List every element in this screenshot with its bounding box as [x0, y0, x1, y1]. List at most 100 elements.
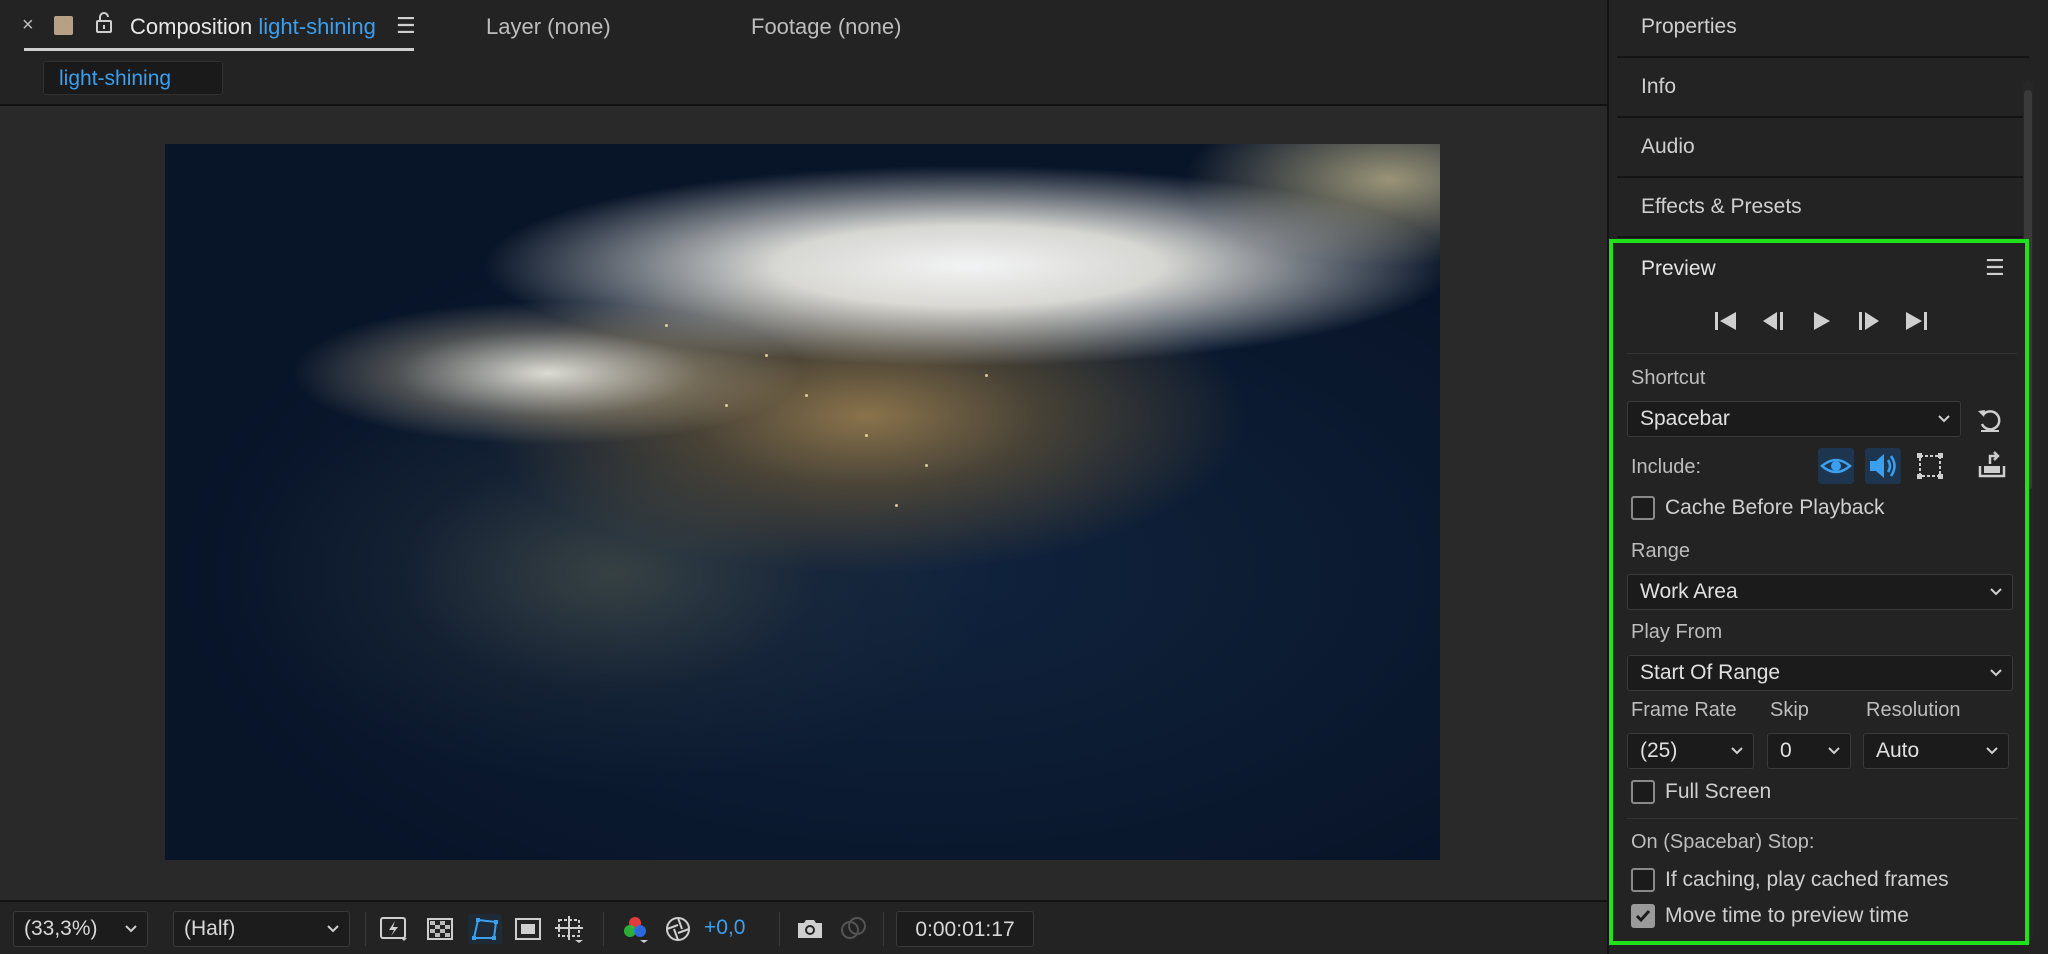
- divider: [1627, 818, 2017, 819]
- particle: [895, 504, 898, 507]
- chevron-down-icon: [125, 925, 137, 933]
- panel-audio-label: Audio: [1641, 135, 1695, 158]
- shortcut-dropdown[interactable]: Spacebar: [1627, 401, 1961, 437]
- snapshot-icon[interactable]: [795, 914, 825, 944]
- separator: [365, 912, 366, 946]
- viewer-toolbar: (33,3%) (Half) +0,0 0:00:01:17: [0, 900, 1607, 954]
- range-label: Range: [1631, 540, 1690, 562]
- full-screen-checkbox[interactable]: [1631, 780, 1655, 804]
- lock-icon[interactable]: [94, 12, 114, 34]
- skip-dropdown[interactable]: 0: [1767, 733, 1851, 769]
- fast-previews-icon[interactable]: [379, 914, 409, 944]
- close-tab-icon[interactable]: ×: [22, 14, 34, 37]
- play-from-dropdown[interactable]: Start Of Range: [1627, 655, 2013, 691]
- resolution-dropdown[interactable]: (Half): [173, 911, 350, 947]
- range-dropdown[interactable]: Work Area: [1627, 574, 2013, 610]
- tab-composition[interactable]: Composition light-shining: [130, 14, 376, 40]
- panel-effects-presets-label: Effects & Presets: [1641, 195, 1802, 218]
- particle: [725, 404, 728, 407]
- shortcut-value: Spacebar: [1640, 407, 1730, 430]
- panel-effects-presets[interactable]: Effects & Presets: [1617, 180, 2029, 238]
- timecode-display[interactable]: 0:00:01:17: [896, 911, 1034, 947]
- panel-info-label: Info: [1641, 75, 1677, 98]
- magnification-value: (33,3%): [24, 917, 98, 940]
- label-color-swatch[interactable]: [54, 16, 73, 35]
- cache-before-playback-label: Cache Before Playback: [1665, 496, 1885, 519]
- tab-composition-prefix: Composition: [130, 14, 253, 39]
- frame-rate-label: Frame Rate: [1631, 699, 1737, 721]
- first-frame-icon[interactable]: [1710, 308, 1742, 334]
- panel-properties-label: Properties: [1641, 15, 1737, 38]
- preview-title: Preview: [1641, 257, 1716, 280]
- reset-exposure-icon[interactable]: [663, 914, 693, 944]
- show-snapshot-icon[interactable]: [838, 914, 868, 944]
- chevron-down-icon: [1828, 747, 1840, 755]
- hamburger-icon[interactable]: ☰: [1985, 255, 2005, 281]
- export-icon[interactable]: [1976, 450, 2008, 482]
- tab-layer[interactable]: Layer (none): [486, 14, 611, 40]
- separator: [779, 912, 780, 946]
- transparency-grid-icon[interactable]: [425, 914, 455, 944]
- chevron-down-icon: [327, 925, 339, 933]
- move-time-label: Move time to preview time: [1665, 904, 1909, 927]
- skip-label: Skip: [1770, 699, 1809, 721]
- chevron-down-icon: [1990, 588, 2002, 596]
- if-caching-label: If caching, play cached frames: [1665, 868, 1949, 891]
- separator: [883, 912, 884, 946]
- frame-rate-dropdown[interactable]: (25): [1627, 733, 1754, 769]
- range-value: Work Area: [1640, 580, 1738, 603]
- composition-navigator-chip[interactable]: light-shining: [43, 61, 223, 95]
- particle: [805, 394, 808, 397]
- composition-frame-image[interactable]: [165, 144, 1440, 860]
- preview-resolution-value: Auto: [1876, 739, 1920, 762]
- guides-icon[interactable]: [555, 914, 585, 944]
- previous-frame-icon[interactable]: [1757, 308, 1789, 334]
- active-tab-underline: [24, 48, 414, 51]
- separator: [603, 912, 604, 946]
- move-time-checkbox[interactable]: [1631, 904, 1655, 928]
- cache-before-playback-checkbox[interactable]: [1631, 496, 1655, 520]
- play-from-value: Start Of Range: [1640, 661, 1781, 684]
- composition-viewer[interactable]: [0, 106, 1607, 900]
- divider: [1627, 353, 2017, 354]
- next-frame-icon[interactable]: [1853, 308, 1885, 334]
- reset-shortcut-icon[interactable]: [1975, 405, 2005, 435]
- audio-speaker-icon[interactable]: [1865, 448, 1901, 484]
- panel-info[interactable]: Info: [1617, 60, 2029, 118]
- tab-footage[interactable]: Footage (none): [751, 14, 901, 40]
- checkmark-icon: [1635, 910, 1651, 923]
- skip-value: 0: [1780, 739, 1792, 762]
- chevron-down-icon: [1990, 669, 2002, 677]
- full-screen-label: Full Screen: [1665, 780, 1772, 803]
- chevron-down-icon: [1986, 747, 1998, 755]
- panel-properties[interactable]: Properties: [1617, 0, 2029, 58]
- hamburger-icon[interactable]: ☰: [396, 13, 416, 39]
- last-frame-icon[interactable]: [1900, 308, 1932, 334]
- play-icon[interactable]: [1805, 308, 1837, 334]
- preview-panel: Preview ☰ Shortcut Spacebar Include: Cac…: [1609, 239, 2029, 945]
- mask-path-icon[interactable]: [468, 914, 502, 944]
- shortcut-label: Shortcut: [1631, 367, 1706, 389]
- particle: [765, 354, 768, 357]
- particle: [985, 374, 988, 377]
- chevron-down-icon: [1938, 415, 1950, 423]
- tab-composition-name: light-shining: [258, 14, 376, 39]
- rgb-channels-icon[interactable]: [620, 914, 650, 944]
- panel-tab-bar: × Composition light-shining ☰ Layer (non…: [0, 0, 1607, 56]
- include-label: Include:: [1631, 456, 1702, 478]
- if-caching-checkbox[interactable]: [1631, 868, 1655, 892]
- magnification-dropdown[interactable]: (33,3%): [13, 911, 148, 947]
- frame-rate-value: (25): [1640, 739, 1678, 762]
- particle: [865, 434, 868, 437]
- chevron-down-icon: [1731, 747, 1743, 755]
- resolution-value: (Half): [184, 917, 236, 940]
- video-eye-icon[interactable]: [1818, 448, 1854, 484]
- overlays-icon[interactable]: [1912, 448, 1948, 484]
- preview-resolution-dropdown[interactable]: Auto: [1863, 733, 2009, 769]
- composition-panel: × Composition light-shining ☰ Layer (non…: [0, 0, 1607, 954]
- particle: [665, 324, 668, 327]
- exposure-value[interactable]: +0,0: [704, 916, 745, 940]
- particle: [925, 464, 928, 467]
- panel-audio[interactable]: Audio: [1617, 120, 2029, 178]
- region-of-interest-icon[interactable]: [513, 914, 543, 944]
